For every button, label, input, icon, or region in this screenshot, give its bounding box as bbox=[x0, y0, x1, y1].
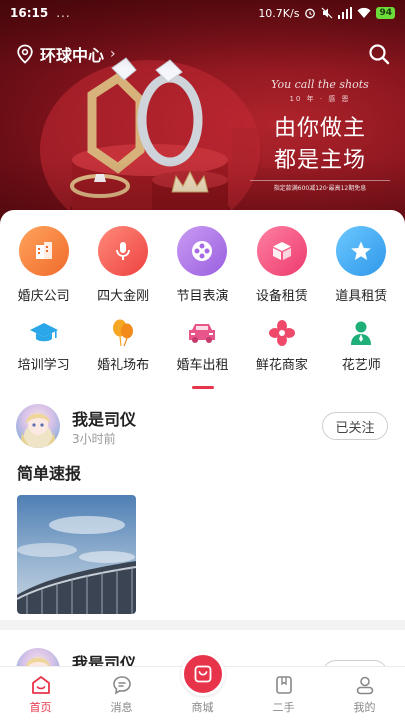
alarm-icon bbox=[305, 8, 316, 19]
banner-copy: You call the shots 10 年 · 感 恩 由你做主 都是主场 … bbox=[250, 78, 390, 192]
promo-banner[interactable]: 16:15 ... 10.7K/s 94 环球中心 › You call the… bbox=[0, 0, 405, 228]
category-equipment-rental[interactable]: 设备租赁 bbox=[247, 226, 317, 304]
signal-icon bbox=[338, 7, 353, 19]
category-car-rental[interactable]: 婚车出租 bbox=[167, 318, 237, 373]
post-username[interactable]: 我是司仪 bbox=[72, 406, 136, 430]
bookmark-icon bbox=[272, 673, 296, 697]
banner-sub-text: 10 年 · 感 恩 bbox=[289, 95, 351, 103]
location-pin-icon bbox=[17, 44, 33, 64]
location-name: 环球中心 bbox=[40, 46, 105, 65]
feed-divider bbox=[0, 620, 405, 630]
tab-label: 首页 bbox=[29, 701, 52, 714]
follow-button[interactable]: 已关注 bbox=[322, 412, 388, 440]
category-label: 四大金刚 bbox=[97, 289, 150, 304]
category-label: 设备租赁 bbox=[255, 289, 308, 304]
category-wedding-company[interactable]: 婚庆公司 bbox=[9, 226, 79, 304]
wifi-icon bbox=[357, 7, 371, 18]
category-label: 节目表演 bbox=[176, 289, 229, 304]
shop-icon bbox=[194, 665, 212, 683]
microphone-icon bbox=[98, 226, 149, 276]
content-sheet: 婚庆公司 四大金刚 节目表演 设备租赁 道具租赁 培训学习 婚礼场布 婚车出租 … bbox=[0, 210, 405, 670]
search-button[interactable] bbox=[367, 42, 391, 66]
banner-script-text: You call the shots bbox=[271, 78, 369, 91]
category-prop-rental[interactable]: 道具租赁 bbox=[326, 226, 396, 304]
tab-label: 商城 bbox=[191, 701, 214, 714]
post-title: 简单速报 bbox=[17, 464, 82, 483]
box-icon bbox=[256, 226, 307, 276]
category-grid: 婚庆公司 四大金刚 节目表演 设备租赁 道具租赁 培训学习 婚礼场布 婚车出租 … bbox=[0, 226, 405, 373]
star-icon bbox=[336, 226, 387, 276]
car-icon bbox=[185, 318, 219, 348]
building-icon bbox=[18, 226, 69, 276]
film-reel-icon bbox=[177, 226, 228, 276]
mute-icon bbox=[322, 7, 333, 19]
chevron-right-icon: › bbox=[110, 46, 116, 62]
category-label: 婚车出租 bbox=[176, 358, 229, 373]
category-label: 花艺师 bbox=[341, 358, 381, 373]
florist-icon bbox=[344, 318, 378, 348]
balloon-icon bbox=[106, 318, 140, 348]
status-indicators: 10.7K/s 94 bbox=[258, 7, 395, 20]
status-time: 16:15 bbox=[10, 6, 49, 20]
category-row-1: 婚庆公司 四大金刚 节目表演 设备租赁 道具租赁 bbox=[0, 226, 405, 304]
category-florist-shop[interactable]: 鲜花商家 bbox=[247, 318, 317, 373]
page-indicator bbox=[192, 386, 214, 389]
shop-button[interactable] bbox=[181, 652, 225, 696]
category-floral-artist[interactable]: 花艺师 bbox=[326, 318, 396, 373]
post-image[interactable] bbox=[17, 495, 136, 614]
location-selector[interactable]: 环球中心 › bbox=[16, 42, 116, 66]
status-dots: ... bbox=[56, 6, 71, 20]
battery-indicator: 94 bbox=[376, 7, 395, 19]
banner-note: 指定款满600减120·最高12期免息 bbox=[250, 180, 390, 192]
banner-headline-1: 由你做主 bbox=[273, 116, 366, 141]
tab-label: 我的 bbox=[353, 701, 376, 714]
tab-label: 二手 bbox=[272, 701, 295, 714]
category-label: 婚礼场布 bbox=[97, 358, 150, 373]
tab-second-hand[interactable]: 二手 bbox=[243, 667, 324, 720]
tab-messages[interactable]: 消息 bbox=[81, 667, 162, 720]
category-four-masters[interactable]: 四大金刚 bbox=[88, 226, 158, 304]
category-label: 鲜花商家 bbox=[255, 358, 308, 373]
avatar[interactable] bbox=[16, 404, 60, 448]
search-icon bbox=[369, 44, 390, 65]
banner-headline-2: 都是主场 bbox=[273, 148, 366, 173]
category-label: 道具租赁 bbox=[335, 289, 388, 304]
category-label: 培训学习 bbox=[17, 358, 70, 373]
tab-label: 消息 bbox=[110, 701, 133, 714]
category-venue-decor[interactable]: 婚礼场布 bbox=[88, 318, 158, 373]
graduation-cap-icon bbox=[27, 318, 61, 348]
category-performances[interactable]: 节目表演 bbox=[167, 226, 237, 304]
flower-icon bbox=[265, 318, 299, 348]
message-icon bbox=[110, 673, 134, 697]
category-label: 婚庆公司 bbox=[17, 289, 70, 304]
status-bar: 16:15 ... 10.7K/s 94 bbox=[0, 0, 405, 26]
tab-me[interactable]: 我的 bbox=[324, 667, 405, 720]
category-training[interactable]: 培训学习 bbox=[9, 318, 79, 373]
post-time: 3小时前 bbox=[72, 432, 116, 446]
user-icon bbox=[353, 673, 377, 697]
tab-home[interactable]: 首页 bbox=[0, 667, 81, 720]
home-icon bbox=[29, 673, 53, 697]
category-row-2: 培训学习 婚礼场布 婚车出租 鲜花商家 花艺师 bbox=[0, 318, 405, 373]
network-speed: 10.7K/s bbox=[258, 6, 300, 20]
